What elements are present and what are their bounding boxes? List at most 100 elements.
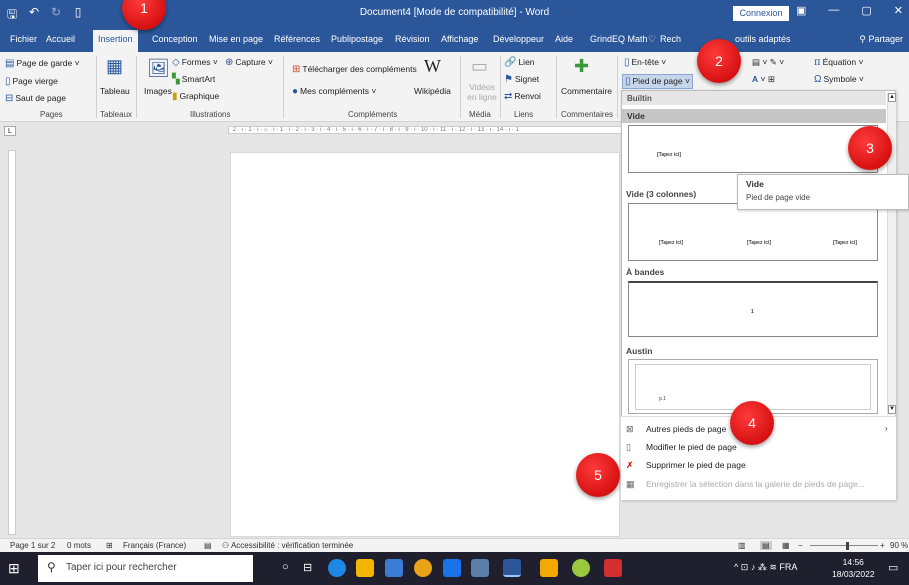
ribbon-display-icon[interactable]: ▣ xyxy=(796,4,806,17)
taskbar-search-box[interactable]: ⚲ Taper ici pour rechercher xyxy=(38,555,253,582)
menu-supprimer-pied-de-page[interactable]: ✗ Supprimer le pied de page xyxy=(626,460,746,471)
tab-selector[interactable]: L xyxy=(4,126,16,136)
task-view-icon[interactable]: ⊟ xyxy=(303,561,312,574)
language-indicator[interactable]: Français (France) xyxy=(123,541,186,550)
lien-button[interactable]: 🔗 Lien xyxy=(504,57,535,68)
page-count[interactable]: Page 1 sur 2 xyxy=(10,541,55,550)
quick-parts-icon[interactable]: ▤ ˅ ✎ ˅ xyxy=(752,57,784,68)
chrome-icon[interactable] xyxy=(414,559,432,577)
zoom-slider-thumb[interactable] xyxy=(846,542,849,550)
zoom-out-button[interactable]: − xyxy=(798,541,803,550)
wikipedia-button[interactable]: Wikipédia xyxy=(414,86,451,96)
page-vierge-button[interactable]: ▯ Page vierge xyxy=(5,76,58,87)
tray-app-icon[interactable]: ⁂ xyxy=(758,562,767,572)
gallery-category-vide: Vide xyxy=(622,109,886,123)
volume-icon[interactable]: ♪ xyxy=(751,562,756,572)
word-taskbar-icon[interactable] xyxy=(503,559,521,577)
tab-revision[interactable]: Révision xyxy=(395,34,430,44)
renvoi-button[interactable]: ⇄ Renvoi xyxy=(504,91,541,102)
store-app-icon[interactable] xyxy=(385,559,403,577)
share-button[interactable]: ⚲ Partager xyxy=(859,34,903,45)
tray-chevron-icon[interactable]: ^ xyxy=(734,562,738,572)
vertical-ruler[interactable] xyxy=(8,150,16,535)
pied-de-page-button[interactable]: ▯ Pied de page ˅ xyxy=(622,74,693,89)
proofing-icon[interactable]: ⊞ xyxy=(106,541,113,550)
app-icon[interactable] xyxy=(572,559,590,577)
tell-me-lightbulb-icon[interactable]: ♡ xyxy=(648,34,656,45)
tab-aide[interactable]: Aide xyxy=(555,34,573,44)
table-icon[interactable]: ▦ xyxy=(106,56,123,77)
notifications-icon[interactable]: ▭ xyxy=(888,561,898,574)
images-button[interactable]: Images xyxy=(144,86,172,96)
footer-thumb-vide[interactable]: [Tapez ici] xyxy=(628,125,878,173)
tell-me-label-end[interactable]: outils adaptés xyxy=(735,34,791,44)
tableau-button[interactable]: Tableau xyxy=(100,86,130,96)
page-de-garde-button[interactable]: ▤ Page de garde ˅ xyxy=(5,58,80,69)
app-icon[interactable] xyxy=(471,559,489,577)
print-layout-icon[interactable]: ▤ xyxy=(760,541,772,550)
menu-modifier-pied-de-page[interactable]: ▯ Modifier le pied de page xyxy=(626,442,737,453)
zoom-in-button[interactable]: + xyxy=(880,541,885,550)
capture-button[interactable]: ⊕ Capture ˅ xyxy=(225,57,273,68)
signature-icon[interactable]: ✎ xyxy=(770,57,777,67)
accessibility-status[interactable]: ⚇ Accessibilité : vérification terminée xyxy=(222,541,353,550)
date-time-icon[interactable]: ⊞ xyxy=(768,74,775,84)
tab-affichage[interactable]: Affichage xyxy=(441,34,478,44)
tab-conception[interactable]: Conception xyxy=(152,34,198,44)
signet-button[interactable]: ⚑ Signet xyxy=(504,74,539,85)
tab-accueil[interactable]: Accueil xyxy=(46,34,75,44)
scroll-down-icon[interactable]: ▼ xyxy=(888,405,896,414)
wordart-icon[interactable]: A ˅ ⊞ xyxy=(752,74,775,85)
images-icon[interactable]: 🖼 xyxy=(147,58,170,79)
graphique-button[interactable]: ▮ Graphique xyxy=(172,91,219,102)
wikipedia-icon[interactable]: W xyxy=(424,56,441,77)
comment-icon[interactable]: ✚ xyxy=(574,56,589,77)
tab-publipostage[interactable]: Publipostage xyxy=(331,34,383,44)
telecharger-complements-button[interactable]: ⊞ Télécharger des compléments xyxy=(292,64,417,75)
focus-icon[interactable]: ▤ xyxy=(204,541,212,550)
formes-button[interactable]: ◇ Formes ˅ xyxy=(172,57,218,68)
tab-fichier[interactable]: Fichier xyxy=(10,34,37,44)
language-indicator-taskbar[interactable]: FRA xyxy=(779,562,797,572)
tab-mise-en-page[interactable]: Mise en page xyxy=(209,34,263,44)
separator xyxy=(617,56,618,118)
tab-insertion[interactable]: Insertion xyxy=(93,30,138,52)
tell-me-label-start[interactable]: Rech xyxy=(660,34,681,44)
windows-start-icon[interactable]: ⊞ xyxy=(8,560,20,577)
scroll-up-icon[interactable]: ▲ xyxy=(888,93,896,102)
mes-complements-button[interactable]: ● Mes compléments ˅ xyxy=(292,86,376,97)
accessibility-label: Accessibilité : vérification terminée xyxy=(230,541,354,550)
equation-button[interactable]: π Équation ˅ xyxy=(814,57,863,68)
web-layout-icon[interactable]: ▦ xyxy=(782,541,790,550)
connexion-button[interactable]: Connexion xyxy=(733,6,789,21)
tab-references[interactable]: Références xyxy=(274,34,320,44)
commentaire-button[interactable]: Commentaire xyxy=(561,86,612,96)
thumb-page-number: p.1 xyxy=(659,396,666,402)
document-page[interactable] xyxy=(230,152,620,537)
app-icon[interactable] xyxy=(540,559,558,577)
footer-thumb-vide-3-colonnes[interactable]: [Tapez ici] [Tapez ici] [Tapez ici] xyxy=(628,203,878,261)
en-tete-button[interactable]: ▯ En-tête ˅ xyxy=(624,57,666,68)
menu-autres-pieds-de-page[interactable]: ⊠ Autres pieds de page xyxy=(626,424,726,435)
taskbar-clock[interactable]: 14:56 18/03/2022 xyxy=(832,556,875,580)
wifi-icon[interactable]: ≋ xyxy=(769,562,777,572)
zoom-slider[interactable] xyxy=(810,545,878,546)
zoom-level[interactable]: 90 % xyxy=(890,541,908,550)
edge-icon[interactable] xyxy=(328,559,346,577)
cortana-icon[interactable]: ○ xyxy=(282,561,289,573)
minimize-button[interactable]: — xyxy=(828,4,839,17)
tab-developpeur[interactable]: Développeur xyxy=(493,34,544,44)
word-count[interactable]: 0 mots xyxy=(67,541,91,550)
network-icon[interactable]: ⊡ xyxy=(741,562,749,572)
tab-grindeq-math[interactable]: GrindEQ Math xyxy=(590,34,648,44)
footer-thumb-a-bandes[interactable]: 1 xyxy=(628,281,878,337)
smartart-button[interactable]: ▚ SmartArt xyxy=(172,74,215,85)
app-icon[interactable] xyxy=(604,559,622,577)
file-explorer-icon[interactable] xyxy=(356,559,374,577)
read-mode-icon[interactable]: ▥ xyxy=(738,541,746,550)
symbole-button[interactable]: Ω Symbole ˅ xyxy=(814,74,864,85)
app-icon[interactable] xyxy=(443,559,461,577)
restore-button[interactable]: ▢ xyxy=(861,4,871,17)
close-button[interactable]: ✕ xyxy=(894,4,903,17)
saut-de-page-button[interactable]: ⊟ Saut de page xyxy=(5,93,66,104)
